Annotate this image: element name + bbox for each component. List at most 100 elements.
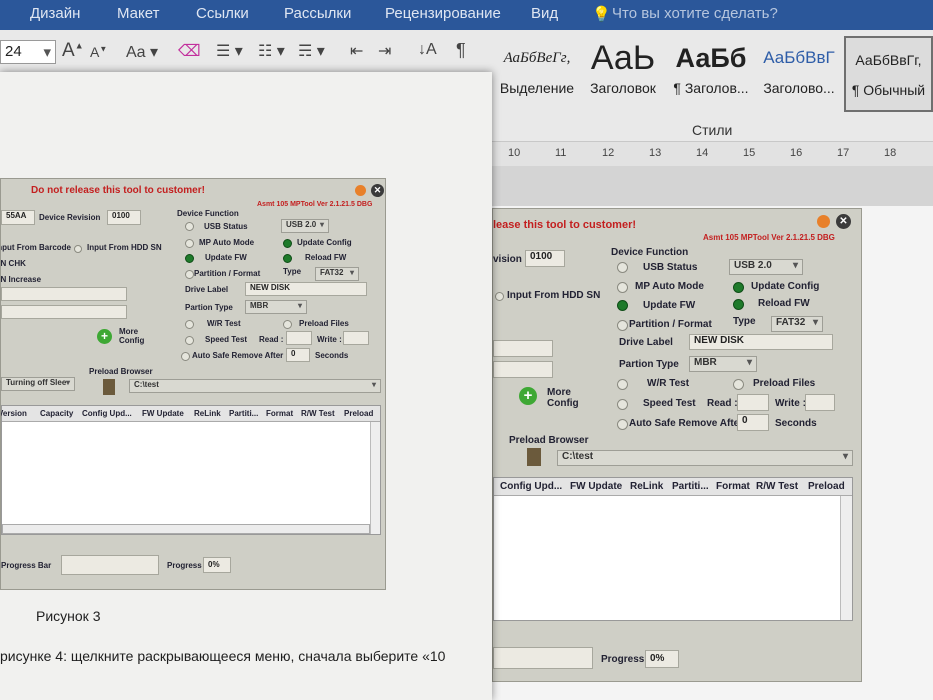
minimize-icon[interactable] <box>817 215 830 228</box>
col-rw-test[interactable]: R/W Test <box>756 481 798 492</box>
warning-text: lease this tool to customer! <box>493 219 637 231</box>
usb-status-select[interactable]: USB 2.0 <box>729 259 803 275</box>
update-fw-label: Update FW <box>643 300 696 311</box>
preload-files-radio[interactable] <box>733 379 744 390</box>
change-case-icon[interactable]: Aa ▾ <box>126 42 158 62</box>
tell-me-search[interactable]: Что вы хотите сделать? <box>612 5 778 22</box>
auto-safe-radio[interactable] <box>617 419 628 430</box>
printed-auto-safe-label: Auto Safe Remove After <box>192 351 284 360</box>
printed-device-revision-field: 0100 <box>107 210 141 225</box>
style-normal[interactable]: АаБбВвГг, ¶ Обычный <box>844 36 933 112</box>
menu-view[interactable]: Вид <box>531 5 558 22</box>
speed-test-radio[interactable] <box>617 399 628 410</box>
wr-test-radio[interactable] <box>617 379 628 390</box>
printed-speed-test-label: Speed Test <box>205 335 248 344</box>
input-hdd-radio[interactable] <box>495 292 504 301</box>
speed-test-label: Speed Test <box>643 398 696 409</box>
wr-test-label: W/R Test <box>647 378 690 389</box>
sort-icon[interactable]: ↓A <box>418 41 437 59</box>
usb-status-radio[interactable] <box>617 262 628 273</box>
drive-label-label: Drive Label <box>619 337 673 348</box>
more-config-label[interactable]: More Config <box>547 387 579 409</box>
col-partition[interactable]: Partiti... <box>672 481 709 492</box>
col-format[interactable]: Format <box>716 481 750 492</box>
col-fw-update[interactable]: FW Update <box>570 481 622 492</box>
printed-type-label: Type <box>283 267 302 276</box>
vision-label: vision <box>493 254 522 265</box>
printed-sn-chk-label: S/N CHK <box>0 259 26 268</box>
chevron-down-icon[interactable]: ▾ <box>43 43 51 61</box>
printed-speed-test-radio <box>185 336 194 345</box>
menu-references[interactable]: Ссылки <box>196 5 249 22</box>
sn-field-2[interactable] <box>493 361 553 378</box>
printed-paper: Do not release this tool to customer! ✕ … <box>0 72 492 700</box>
update-config-radio[interactable] <box>733 282 744 293</box>
menu-layout[interactable]: Макет <box>117 5 159 22</box>
col-relink[interactable]: ReLink <box>630 481 663 492</box>
decrease-indent-icon[interactable]: ⇤ <box>350 41 363 61</box>
figure-caption: Рисунок 3 <box>36 608 101 624</box>
partition-type-select[interactable]: MBR <box>689 356 757 372</box>
multilevel-list-icon[interactable]: ☴ ▾ <box>298 41 325 61</box>
style-emphasis[interactable]: АаБбВеГг, Выделение <box>496 36 578 112</box>
mp-auto-label: MP Auto Mode <box>635 281 704 292</box>
printed-col-format: Format <box>266 409 294 418</box>
write-field[interactable] <box>805 394 835 411</box>
printed-preload-files-label: Preload Files <box>299 319 349 328</box>
grow-font-icon[interactable]: A▲ <box>62 40 84 62</box>
printed-reload-fw-label: Reload FW <box>305 253 347 262</box>
style-title[interactable]: АаЬ Заголовок <box>580 36 666 112</box>
printed-auto-safe-radio <box>181 352 190 361</box>
printed-update-fw-label: Update FW <box>205 253 247 262</box>
ruler-mark: 14 <box>696 147 709 159</box>
preload-path-select[interactable]: C:\test <box>557 450 853 466</box>
usb-status-label: USB Status <box>643 262 698 273</box>
pilcrow-icon[interactable]: ¶ <box>456 40 466 61</box>
ruler-mark: 12 <box>602 147 615 159</box>
printed-device-table-header: Version Capacity Config Upd... FW Update… <box>1 406 380 422</box>
ruler-mark: 15 <box>743 147 756 159</box>
word-menu-bar: Дизайн Макет Ссылки Рассылки Рецензирова… <box>0 0 933 30</box>
type-select[interactable]: FAT32 <box>771 316 823 332</box>
table-vertical-scrollbar[interactable] <box>840 496 852 620</box>
printed-warning-text: Do not release this tool to customer! <box>31 185 205 196</box>
printed-sn-increase-label: S/N Increase <box>0 275 42 284</box>
printed-col-config: Config Upd... <box>82 409 132 418</box>
printed-preload-browser-label: Preload Browser <box>89 367 153 376</box>
col-preload[interactable]: Preload <box>808 481 845 492</box>
numbering-icon[interactable]: ☷ ▾ <box>258 41 285 61</box>
sn-field-1[interactable] <box>493 340 553 357</box>
mp-auto-radio[interactable] <box>617 282 628 293</box>
menu-design[interactable]: Дизайн <box>30 5 80 22</box>
read-field[interactable] <box>737 394 769 411</box>
menu-review[interactable]: Рецензирование <box>385 5 501 22</box>
increase-indent-icon[interactable]: ⇥ <box>378 41 391 61</box>
auto-safe-field[interactable]: 0 <box>737 414 769 431</box>
read-label: Read : <box>707 398 738 409</box>
printed-auto-safe-field: 0 <box>286 348 310 362</box>
clear-formatting-icon[interactable]: ⌫ <box>178 41 201 61</box>
device-revision-field[interactable]: 0100 <box>525 250 565 267</box>
printed-seconds-label: Seconds <box>315 351 349 360</box>
styles-gallery: АаБбВеГг, Выделение АаЬ Заголовок АаБб ¶… <box>492 36 933 116</box>
printed-vertical-scrollbar <box>370 422 380 534</box>
style-heading2[interactable]: АаБбВвГ Заголово... <box>756 36 842 112</box>
drive-label-field[interactable]: NEW DISK <box>689 334 833 350</box>
style-heading1[interactable]: АаБб ¶ Заголов... <box>668 36 754 112</box>
col-config[interactable]: Config Upd... <box>500 481 562 492</box>
shrink-font-icon[interactable]: A▼ <box>90 44 107 60</box>
reload-fw-radio[interactable] <box>733 299 744 310</box>
archive-icon[interactable] <box>527 448 541 466</box>
partition-format-radio[interactable] <box>617 320 628 331</box>
menu-mailings[interactable]: Рассылки <box>284 5 351 22</box>
printed-input-hdd-label: Input From HDD SN <box>87 243 162 252</box>
printed-col-relink: ReLink <box>194 409 221 418</box>
update-fw-radio[interactable] <box>617 300 628 311</box>
plus-icon[interactable]: + <box>519 387 537 405</box>
close-icon[interactable]: ✕ <box>836 214 851 229</box>
device-function-label: Device Function <box>611 247 689 258</box>
printed-partition-type-select: MBR <box>245 300 307 314</box>
printed-progress-bar <box>61 555 159 575</box>
bullets-icon[interactable]: ☰ ▾ <box>216 41 243 61</box>
font-size-box[interactable]: 24 ▾ <box>0 40 56 64</box>
